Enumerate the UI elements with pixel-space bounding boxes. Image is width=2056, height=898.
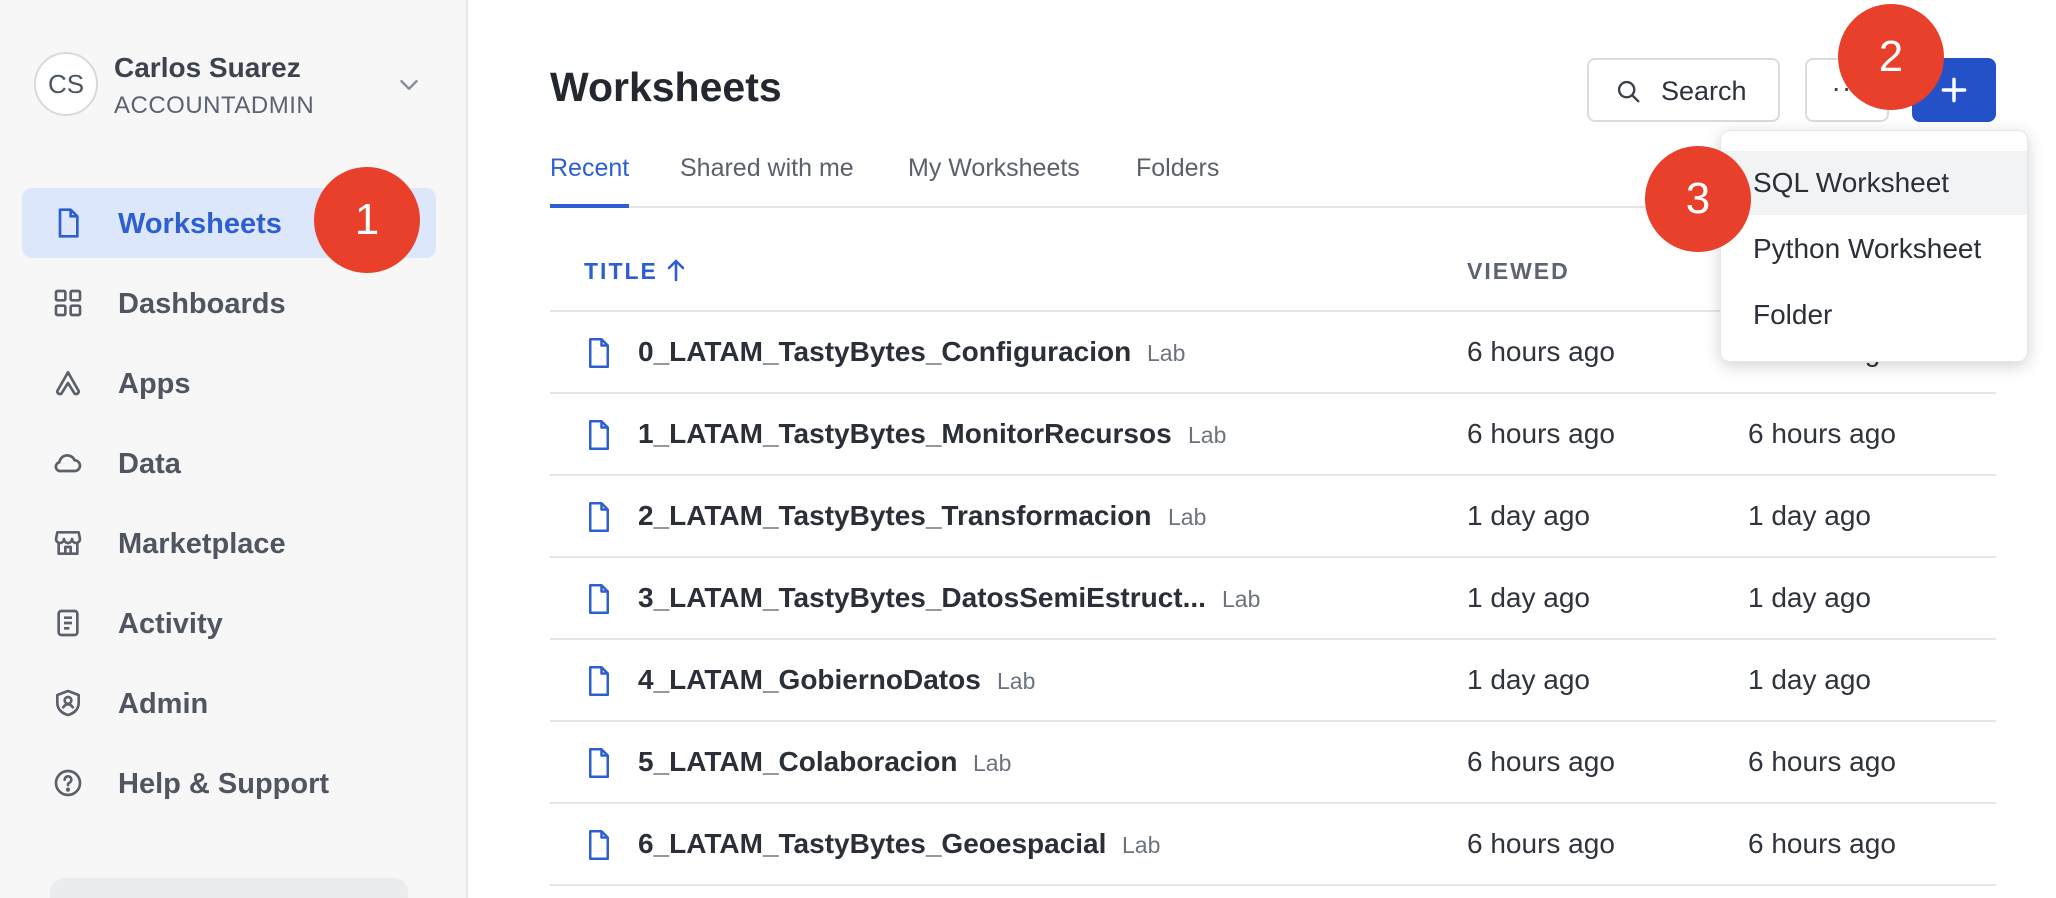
table-row[interactable]: 6_LATAM_TastyBytes_Geoespacial Lab 6 hours…	[550, 804, 1996, 886]
menu-item-label: Folder	[1753, 299, 1833, 330]
lab-badge: Lab	[973, 750, 1012, 776]
file-icon	[589, 830, 609, 860]
table-row[interactable]: 4_LATAM_GobiernoDatos Lab 1 day ago 1 day a…	[550, 640, 1996, 722]
lab-badge: Lab	[1168, 504, 1207, 530]
column-header-title[interactable]: TITLE	[584, 258, 658, 285]
menu-item-label: SQL Worksheet	[1753, 167, 1950, 198]
worksheet-title[interactable]: 4_LATAM_GobiernoDatos	[638, 664, 981, 696]
table-body: 0_LATAM_TastyBytes_Configuracion Lab 6 hou…	[550, 312, 1996, 886]
sidebar-item-apps[interactable]: Apps	[22, 348, 436, 418]
apps-icon	[56, 371, 80, 396]
file-icon	[589, 666, 609, 696]
sidebar-item-activity[interactable]: Activity	[22, 588, 436, 658]
file-icon	[589, 584, 609, 614]
menu-item-folder[interactable]: Folder	[1721, 283, 2027, 347]
updated-time: 6 hours ago	[1748, 418, 1896, 449]
activity-icon	[57, 609, 79, 637]
sidebar-item-label: Activity	[118, 608, 223, 640]
viewed-time: 1 day ago	[1467, 664, 1590, 695]
viewed-time: 1 day ago	[1467, 500, 1590, 531]
sidebar-item-label: Data	[118, 448, 181, 480]
shield-icon	[56, 689, 80, 717]
menu-item-python-worksheet[interactable]: Python Worksheet	[1721, 217, 2027, 281]
updated-time: 1 day ago	[1748, 582, 1871, 613]
column-header-viewed[interactable]: VIEWED	[1467, 258, 1570, 285]
table-row[interactable]: 1_LATAM_TastyBytes_MonitorRecursos Lab 6 h…	[550, 394, 1996, 476]
updated-time: 6 hours ago	[1748, 828, 1896, 859]
sidebar-item-label: Admin	[118, 688, 209, 720]
sidebar-nav: Worksheets Dashboards Apps Data Marketpl…	[22, 188, 436, 828]
viewed-time: 6 hours ago	[1467, 336, 1615, 367]
lab-badge: Lab	[1147, 340, 1186, 366]
store-icon	[54, 531, 82, 555]
file-icon	[589, 502, 609, 532]
sidebar-item-help[interactable]: Help & Support	[22, 748, 436, 818]
worksheet-title[interactable]: 5_LATAM_Colaboracion	[638, 746, 957, 778]
arrow-up-icon[interactable]	[664, 256, 688, 284]
plus-icon	[1941, 77, 1967, 103]
sidebar-item-dashboards[interactable]: Dashboards	[22, 268, 436, 338]
step-marker-2: 2	[1838, 4, 1944, 110]
sidebar-item-label: Apps	[118, 368, 191, 400]
table-row[interactable]: 3_LATAM_TastyBytes_DatosSemiEstruct... La…	[550, 558, 1996, 640]
tab-my-worksheets[interactable]: My Worksheets	[908, 154, 1080, 208]
sidebar-item-label: Marketplace	[118, 528, 286, 560]
user-role: ACCOUNTADMIN	[114, 92, 315, 119]
worksheet-title[interactable]: 3_LATAM_TastyBytes_DatosSemiEstruct...	[638, 582, 1206, 614]
sidebar-item-label: Help & Support	[118, 768, 330, 800]
lab-badge: Lab	[997, 668, 1036, 694]
lab-badge: Lab	[1222, 586, 1261, 612]
table-row[interactable]: 2_LATAM_TastyBytes_Transformacion Lab 1 da…	[550, 476, 1996, 558]
cloud-icon	[54, 454, 82, 473]
viewed-time: 1 day ago	[1467, 582, 1590, 613]
search-button[interactable]: Search	[1587, 58, 1780, 122]
worksheet-title[interactable]: 1_LATAM_TastyBytes_MonitorRecursos	[638, 418, 1172, 450]
search-label: Search	[1661, 76, 1747, 106]
sidebar-bottom-card	[50, 878, 408, 898]
updated-time: 1 day ago	[1748, 664, 1871, 695]
grid-icon	[54, 289, 82, 317]
updated-time: 1 day ago	[1748, 500, 1871, 531]
avatar: CS	[34, 52, 98, 116]
sidebar: CS Carlos Suarez ACCOUNTADMIN Worksheets…	[0, 0, 468, 898]
viewed-time: 6 hours ago	[1467, 418, 1615, 449]
sidebar-item-data[interactable]: Data	[22, 428, 436, 498]
help-icon	[54, 769, 82, 797]
lab-badge: Lab	[1188, 422, 1227, 448]
sidebar-item-marketplace[interactable]: Marketplace	[22, 508, 436, 578]
worksheet-title[interactable]: 0_LATAM_TastyBytes_Configuracion	[638, 336, 1131, 368]
table-row[interactable]: 5_LATAM_Colaboracion Lab 6 hours ago 6 hour…	[550, 722, 1996, 804]
new-item-dropdown: SQL Worksheet Python Worksheet Folder	[1720, 130, 2028, 362]
viewed-time: 6 hours ago	[1467, 746, 1615, 777]
worksheet-title[interactable]: 2_LATAM_TastyBytes_Transformacion	[638, 500, 1152, 532]
chevron-down-icon[interactable]	[394, 70, 424, 100]
page-title: Worksheets	[550, 64, 782, 110]
updated-time: 6 hours ago	[1748, 746, 1896, 777]
step-marker-3: 3	[1645, 146, 1751, 252]
file-icon	[589, 420, 609, 450]
worksheet-title[interactable]: 6_LATAM_TastyBytes_Geoespacial	[638, 828, 1106, 860]
tab-folders[interactable]: Folders	[1136, 154, 1219, 208]
file-icon	[589, 748, 609, 778]
file-icon	[589, 338, 609, 368]
menu-item-label: Python Worksheet	[1753, 233, 1982, 264]
sidebar-item-label: Worksheets	[118, 208, 282, 240]
viewed-time: 6 hours ago	[1467, 828, 1615, 859]
sidebar-item-admin[interactable]: Admin	[22, 668, 436, 738]
user-menu[interactable]: CS Carlos Suarez ACCOUNTADMIN	[34, 48, 434, 120]
file-icon	[58, 208, 79, 238]
lab-badge: Lab	[1122, 832, 1161, 858]
tab-shared-with-me[interactable]: Shared with me	[680, 154, 854, 208]
search-icon	[1617, 80, 1640, 103]
tab-recent[interactable]: Recent	[550, 154, 630, 208]
step-marker-1: 1	[314, 167, 420, 273]
user-name: Carlos Suarez	[114, 52, 301, 83]
menu-item-sql-worksheet[interactable]: SQL Worksheet	[1721, 151, 2027, 215]
sidebar-item-label: Dashboards	[118, 288, 286, 320]
